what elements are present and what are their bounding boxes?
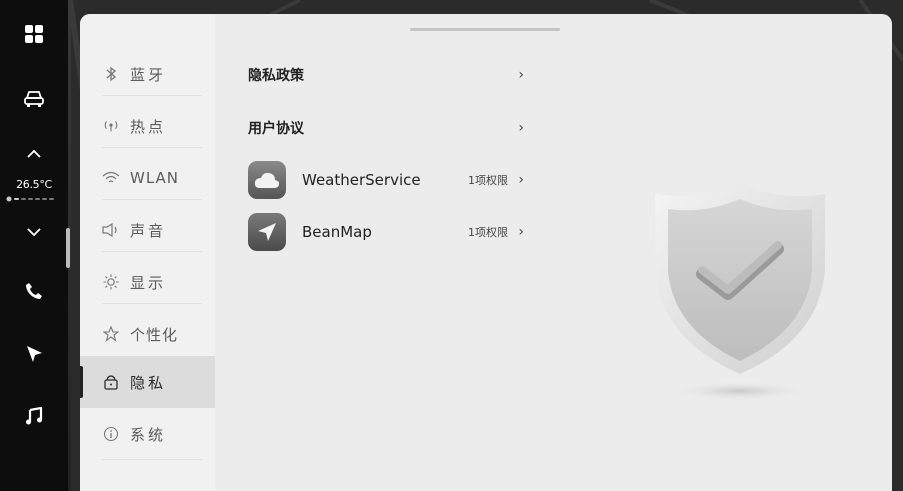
panel-grabber[interactable] bbox=[410, 28, 560, 31]
music-icon[interactable] bbox=[0, 402, 68, 430]
apps-grid-icon[interactable] bbox=[0, 20, 68, 48]
car-icon[interactable] bbox=[0, 84, 68, 114]
side-dock: 26.5°C bbox=[0, 0, 68, 491]
nav-item-system[interactable]: 系统 bbox=[80, 408, 215, 460]
nav-divider bbox=[102, 147, 202, 148]
chevron-right-icon: › bbox=[518, 172, 524, 188]
speaker-icon bbox=[102, 221, 120, 239]
nav-divider bbox=[102, 303, 202, 304]
nav-item-wlan[interactable]: WLAN bbox=[80, 152, 215, 204]
nav-item-display[interactable]: 显示 bbox=[80, 256, 215, 308]
settings-panel: 蓝牙 热点 WLAN 声音 显示 个性化 隐私 系统 隐私政策 › 用户协议 ›… bbox=[80, 14, 892, 491]
dock-drag-handle[interactable] bbox=[66, 228, 70, 268]
nav-divider bbox=[102, 199, 202, 200]
privacy-policy-row[interactable]: 隐私政策 › bbox=[248, 53, 530, 97]
app-name: BeanMap bbox=[302, 223, 372, 241]
app-row-beanmap[interactable]: BeanMap 1项权限 › bbox=[248, 210, 530, 254]
wifi-icon bbox=[102, 169, 120, 187]
hotspot-icon bbox=[102, 117, 120, 135]
nav-item-label: 个性化 bbox=[130, 325, 179, 344]
navigation-icon[interactable] bbox=[0, 340, 68, 368]
nav-item-label: 声音 bbox=[130, 221, 167, 240]
brightness-icon bbox=[102, 273, 120, 291]
chevron-right-icon: › bbox=[518, 224, 524, 240]
nav-divider bbox=[102, 251, 202, 252]
chevron-right-icon: › bbox=[518, 67, 524, 83]
nav-item-label: 系统 bbox=[130, 425, 167, 444]
nav-item-personalize[interactable]: 个性化 bbox=[80, 308, 215, 360]
settings-nav: 蓝牙 热点 WLAN 声音 显示 个性化 隐私 系统 bbox=[80, 14, 215, 491]
nav-item-label: 热点 bbox=[130, 117, 167, 136]
privacy-policy-label: 隐私政策 bbox=[248, 68, 304, 84]
user-agreement-label: 用户协议 bbox=[248, 121, 304, 137]
chevron-down-icon[interactable] bbox=[0, 220, 68, 244]
personalize-icon bbox=[102, 325, 120, 343]
chevron-right-icon: › bbox=[518, 120, 524, 136]
lock-icon bbox=[102, 373, 120, 391]
info-icon bbox=[102, 425, 120, 443]
bluetooth-icon bbox=[102, 65, 120, 83]
fan-level-indicator bbox=[6, 196, 58, 202]
map-arrow-icon bbox=[248, 213, 286, 251]
weather-cloud-icon bbox=[248, 161, 286, 199]
app-permissions: 1项权限 bbox=[468, 226, 508, 239]
nav-item-label: 隐私 bbox=[130, 373, 167, 392]
app-row-weatherservice[interactable]: WeatherService 1项权限 › bbox=[248, 158, 530, 202]
app-permissions: 1项权限 bbox=[468, 174, 508, 187]
temperature-readout: 26.5°C bbox=[16, 178, 52, 191]
phone-icon[interactable] bbox=[0, 278, 68, 304]
nav-item-privacy[interactable]: 隐私 bbox=[80, 356, 215, 408]
nav-item-label: 显示 bbox=[130, 273, 167, 292]
nav-item-hotspot[interactable]: 热点 bbox=[80, 100, 215, 152]
chevron-up-icon[interactable] bbox=[0, 142, 68, 166]
active-indicator bbox=[80, 366, 83, 398]
shield-check-illustration bbox=[655, 184, 825, 401]
app-name: WeatherService bbox=[302, 171, 421, 189]
nav-item-label: 蓝牙 bbox=[130, 65, 167, 84]
nav-item-sound[interactable]: 声音 bbox=[80, 204, 215, 256]
user-agreement-row[interactable]: 用户协议 › bbox=[248, 106, 530, 150]
nav-item-label: WLAN bbox=[130, 169, 180, 187]
nav-divider bbox=[102, 95, 202, 96]
nav-divider bbox=[102, 459, 202, 460]
nav-item-bluetooth[interactable]: 蓝牙 bbox=[80, 48, 215, 100]
